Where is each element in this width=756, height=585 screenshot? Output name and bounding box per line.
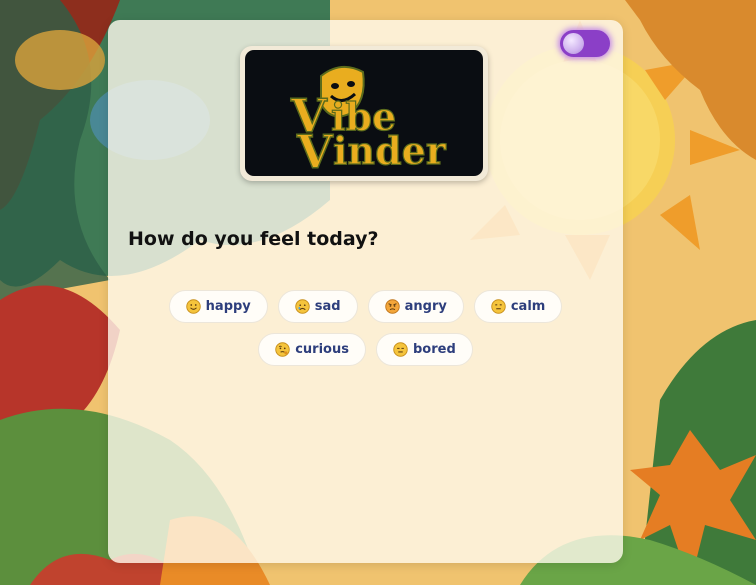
toggle-knob — [563, 33, 584, 54]
mood-label: sad — [314, 299, 341, 314]
mood-chip-calm[interactable]: calm — [473, 290, 563, 323]
theme-toggle[interactable] — [560, 30, 610, 57]
mood-chip-happy[interactable]: happy — [168, 290, 268, 323]
logo-initial-bottom: V — [296, 125, 334, 176]
logo-frame: V ibe V inder — [240, 46, 488, 181]
mood-label: happy — [205, 299, 251, 314]
mood-chip-angry[interactable]: angry — [367, 290, 464, 323]
angry-face-icon — [384, 299, 400, 314]
vibe-vinder-logo: V ibe V inder — [245, 50, 483, 176]
calm-face-icon — [491, 299, 506, 314]
mood-chip-curious[interactable]: curious — [258, 333, 366, 366]
bored-face-icon — [393, 342, 408, 357]
mood-card: V ibe V inder How do you feel today? hap… — [108, 20, 623, 563]
mood-label: bored — [412, 342, 456, 357]
mood-chip-list: happy sad angry calm curious bored — [108, 290, 623, 376]
mood-label: angry — [404, 299, 447, 314]
mood-label: calm — [510, 299, 546, 314]
chip-row-1: happy sad angry calm — [108, 290, 623, 323]
mood-question: How do you feel today? — [128, 228, 379, 250]
mood-chip-bored[interactable]: bored — [375, 333, 473, 366]
chip-row-2: curious bored — [108, 333, 623, 366]
mood-chip-sad[interactable]: sad — [277, 290, 358, 323]
sad-face-icon — [295, 299, 310, 314]
mood-label: curious — [295, 342, 349, 357]
logo-line-2: inder — [333, 128, 447, 173]
happy-face-icon — [185, 299, 201, 314]
curious-face-icon — [275, 342, 290, 357]
